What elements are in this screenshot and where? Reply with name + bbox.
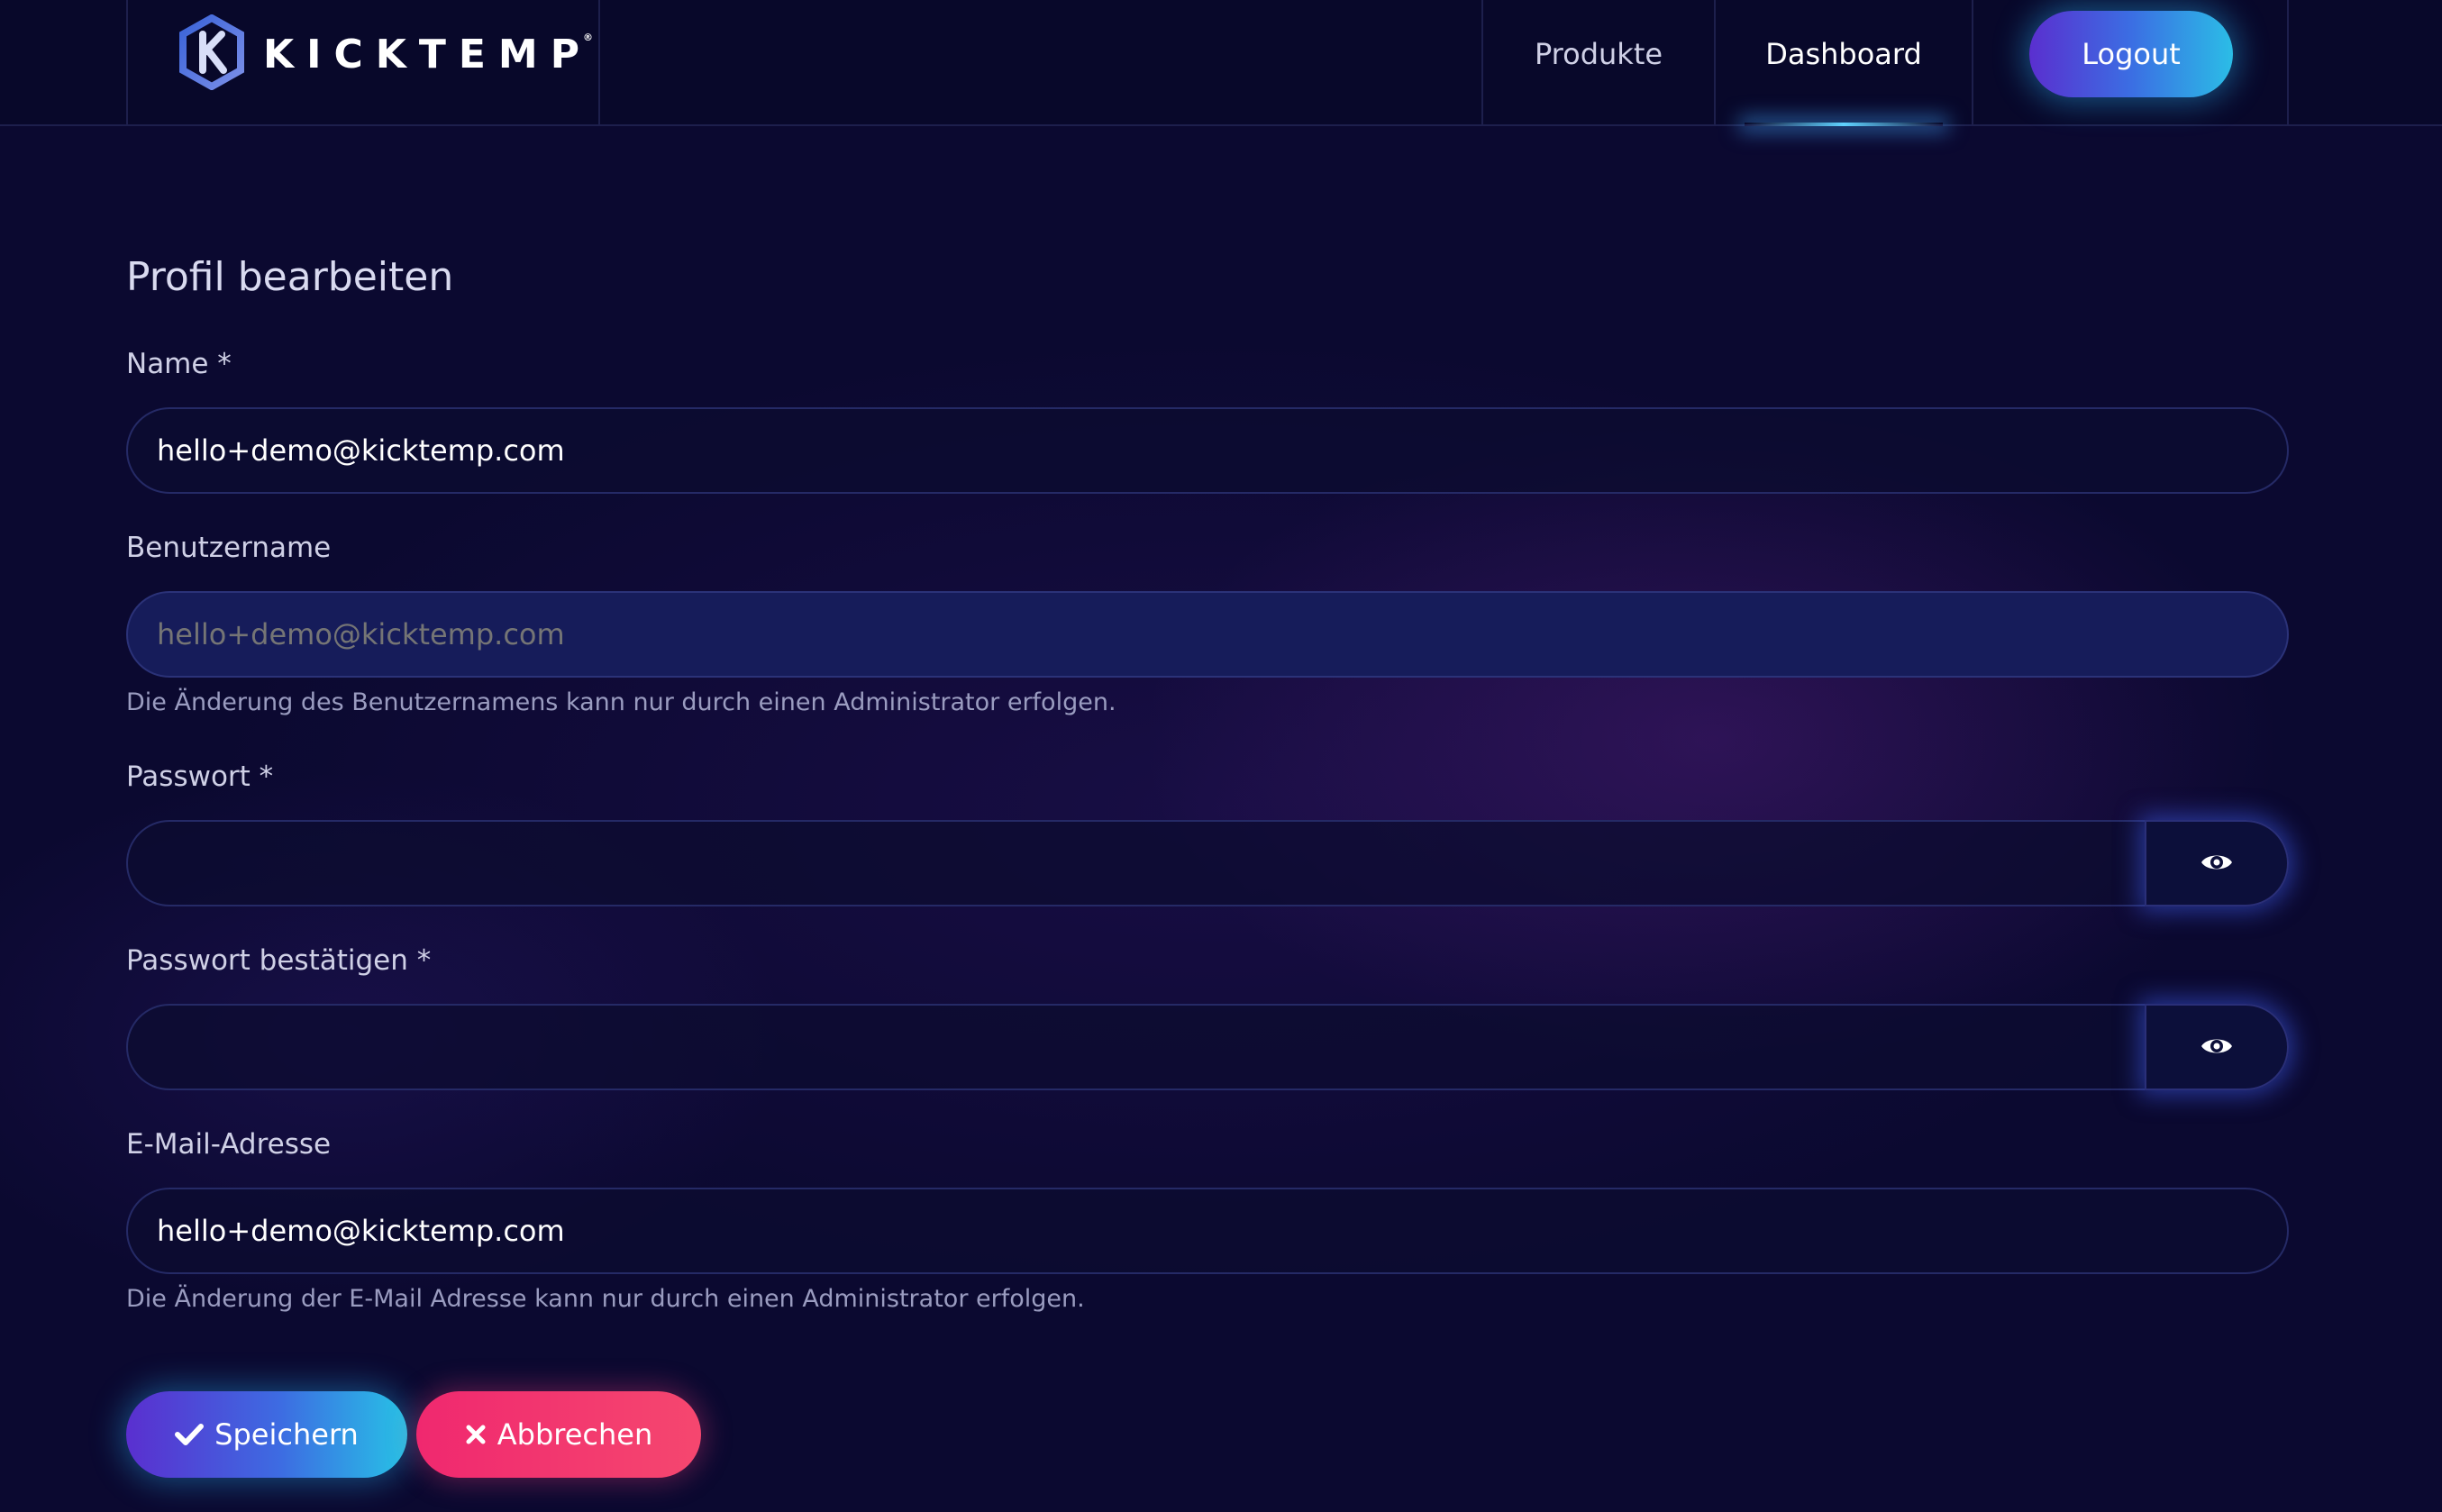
navbar-divider <box>126 0 128 126</box>
logout-button[interactable]: Logout <box>2029 11 2233 97</box>
password-confirm-label: Passwort bestätigen * <box>126 944 432 977</box>
kicktemp-logo-icon <box>178 14 245 94</box>
cancel-button[interactable]: Abbrechen <box>416 1391 701 1478</box>
password-visibility-toggle[interactable] <box>2145 820 2289 906</box>
name-input[interactable] <box>126 407 2289 494</box>
username-label: Benutzername <box>126 532 332 564</box>
password-confirm-visibility-toggle[interactable] <box>2145 1004 2289 1090</box>
name-label: Name * <box>126 348 232 380</box>
nav-link-produkte[interactable]: Produkte <box>1483 0 1714 108</box>
email-help-text: Die Änderung der E-Mail Adresse kann nur… <box>126 1285 1085 1313</box>
password-label: Passwort * <box>126 761 274 793</box>
top-navbar: KICKTEMP® Produkte Dashboard Logout <box>0 0 2442 126</box>
email-label: E-Mail-Adresse <box>126 1128 332 1161</box>
check-icon <box>175 1423 205 1446</box>
navbar-divider <box>598 0 600 126</box>
save-button-label: Speichern <box>214 1417 359 1452</box>
active-nav-indicator <box>1745 123 1943 126</box>
email-input[interactable] <box>126 1188 2289 1274</box>
navbar-divider <box>1972 0 1973 126</box>
username-help-text: Die Änderung des Benutzernamens kann nur… <box>126 688 1116 716</box>
page-title: Profil bearbeiten <box>126 254 454 300</box>
save-button[interactable]: Speichern <box>126 1391 407 1478</box>
close-icon <box>465 1424 487 1445</box>
cancel-button-label: Abbrechen <box>497 1417 653 1452</box>
password-confirm-input[interactable] <box>126 1004 2146 1090</box>
eye-icon <box>2200 851 2234 877</box>
eye-icon <box>2200 1034 2234 1061</box>
password-input[interactable] <box>126 820 2146 906</box>
nav-link-dashboard[interactable]: Dashboard <box>1716 0 1972 108</box>
navbar-divider <box>2287 0 2289 126</box>
username-input <box>126 591 2289 678</box>
brand-name: KICKTEMP® <box>263 31 593 77</box>
brand-logo[interactable]: KICKTEMP® <box>178 14 593 94</box>
